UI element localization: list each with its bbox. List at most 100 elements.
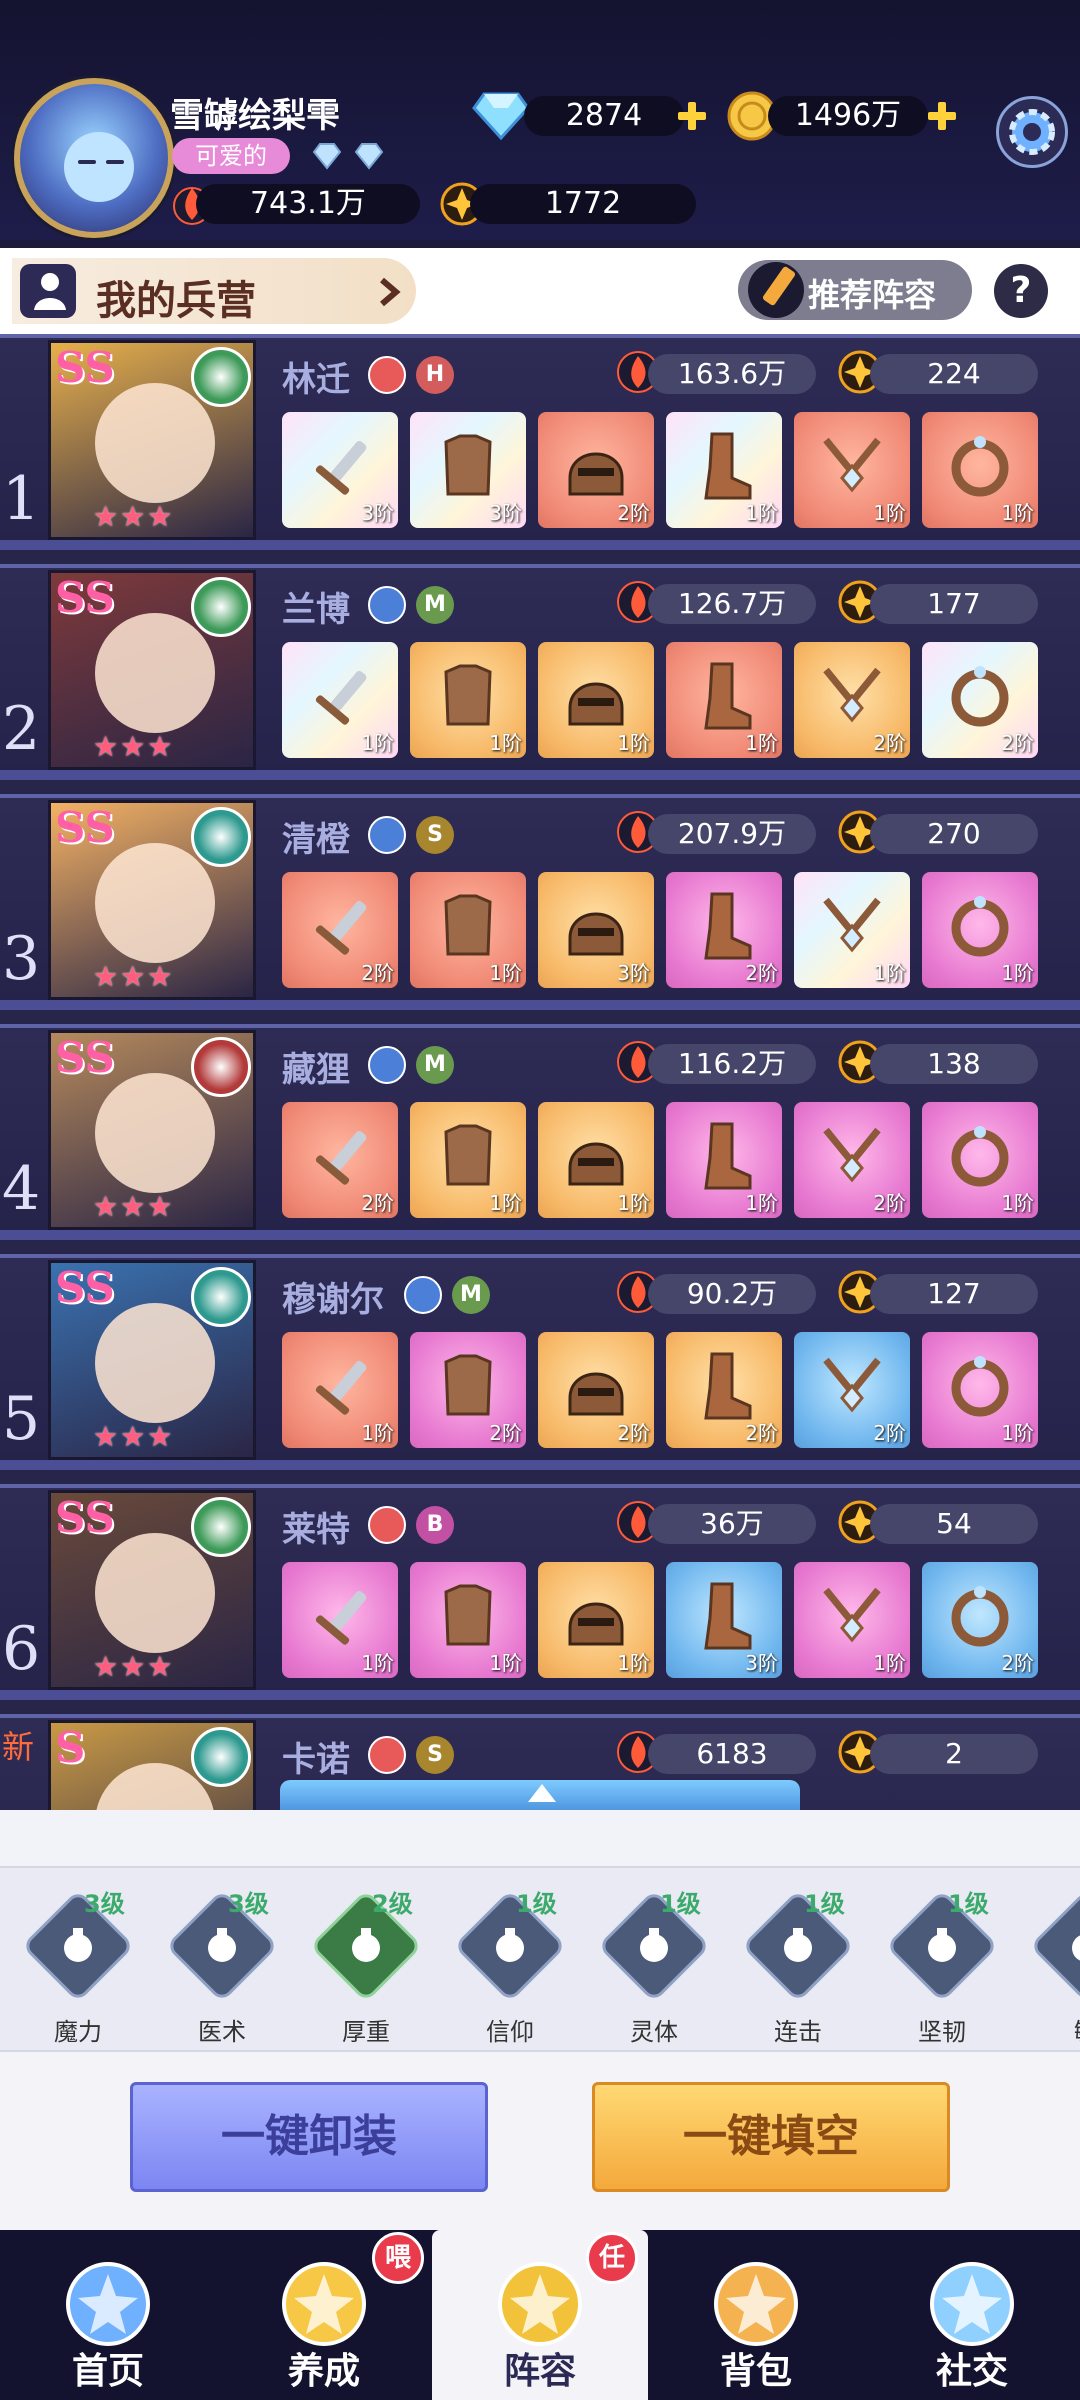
equipment-slot-boots[interactable]: 1阶 bbox=[666, 642, 782, 758]
element-icon bbox=[191, 1267, 251, 1327]
equipment-slot-ring[interactable]: 1阶 bbox=[922, 1332, 1038, 1448]
weapon-icon bbox=[315, 901, 367, 955]
fill-all-button[interactable]: 一键填空 bbox=[592, 2082, 950, 2192]
nav-label: 阵容 bbox=[503, 2350, 576, 2392]
equipment-tier: 2阶 bbox=[873, 1421, 906, 1445]
hero-rank: 2 bbox=[2, 694, 41, 764]
equipment-slot-helmet[interactable]: 1阶 bbox=[538, 642, 654, 758]
equipment-slot-boots[interactable]: 1阶 bbox=[666, 1102, 782, 1218]
add-gold-plus-icon[interactable] bbox=[926, 100, 958, 132]
equipment-tier: 1阶 bbox=[1001, 1191, 1034, 1215]
skill-level: 3级 bbox=[84, 1890, 125, 1918]
equipment-slot-armor[interactable]: 3阶 bbox=[410, 412, 526, 528]
equipment-slot-ring[interactable]: 1阶 bbox=[922, 412, 1038, 528]
player-title-tag[interactable]: 可爱的 bbox=[172, 138, 290, 174]
equipment-slot-weapon[interactable]: 1阶 bbox=[282, 1562, 398, 1678]
equipment-slot-necklace[interactable]: 2阶 bbox=[794, 1102, 910, 1218]
skill-item[interactable]: 1级 信仰 bbox=[450, 1884, 570, 2046]
hero-grade: SS bbox=[55, 803, 115, 852]
equipment-slot-ring[interactable]: 1阶 bbox=[922, 872, 1038, 988]
hero-row[interactable]: 5 SS ★★★ 穆谢尔 M 90.2万 127 1阶 2阶 2阶 2阶 2阶 1阶 bbox=[0, 1254, 1080, 1470]
nav-tab[interactable]: 阵容 任 bbox=[432, 2230, 648, 2400]
skill-bar[interactable]: 3级魔力3级医术2级厚重1级信仰1级灵体1级连击1级坚韧敏 bbox=[0, 1866, 1080, 2052]
skill-item[interactable]: 2级 厚重 bbox=[306, 1884, 426, 2046]
equipment-tier: 1阶 bbox=[1001, 1421, 1034, 1445]
role-icon bbox=[368, 1736, 406, 1774]
nav-tab[interactable]: 首页 bbox=[0, 2230, 216, 2400]
nav-tab[interactable]: 养成 喂 bbox=[216, 2230, 432, 2400]
barracks-title-button[interactable]: 我的兵营 bbox=[12, 258, 416, 324]
equipment-slot-weapon[interactable]: 2阶 bbox=[282, 872, 398, 988]
skill-item[interactable]: 1级 连击 bbox=[738, 1884, 858, 2046]
nav-tab[interactable]: 背包 bbox=[648, 2230, 864, 2400]
skill-item[interactable]: 3级 魔力 bbox=[18, 1884, 138, 2046]
skill-item[interactable]: 1级 灵体 bbox=[594, 1884, 714, 2046]
equipment-slot-boots[interactable]: 1阶 bbox=[666, 412, 782, 528]
skill-item[interactable]: 敏 bbox=[1026, 1884, 1080, 2046]
equipment-slot-necklace[interactable]: 1阶 bbox=[794, 1562, 910, 1678]
equipment-slot-weapon[interactable]: 1阶 bbox=[282, 642, 398, 758]
equipment-slot-necklace[interactable]: 2阶 bbox=[794, 1332, 910, 1448]
hero-stars: 127 bbox=[870, 1274, 1038, 1314]
add-diamond-plus-icon[interactable] bbox=[676, 100, 708, 132]
player-avatar[interactable] bbox=[14, 78, 174, 238]
hero-portrait[interactable]: SS ★★★ bbox=[48, 1260, 256, 1460]
ring-icon bbox=[951, 666, 1009, 727]
equipment-slot-helmet[interactable]: 2阶 bbox=[538, 412, 654, 528]
equipment-slot-boots[interactable]: 3阶 bbox=[666, 1562, 782, 1678]
equipment-slot-ring[interactable]: 2阶 bbox=[922, 642, 1038, 758]
bottom-nav: 首页 养成 喂阵容 任背包 社交 bbox=[0, 2230, 1080, 2400]
hero-stars: 177 bbox=[870, 584, 1038, 624]
hero-portrait[interactable]: SS ★★★ bbox=[48, 570, 256, 770]
equipment-slot-helmet[interactable]: 1阶 bbox=[538, 1102, 654, 1218]
equipment-slot-necklace[interactable]: 2阶 bbox=[794, 642, 910, 758]
equipment-slot-armor[interactable]: 1阶 bbox=[410, 642, 526, 758]
hero-portrait[interactable]: SS ★★★ bbox=[48, 800, 256, 1000]
collapse-handle[interactable] bbox=[280, 1780, 800, 1810]
hero-portrait[interactable]: S★★★ bbox=[48, 1720, 256, 1810]
hero-row[interactable]: 6 SS ★★★ 莱特 B 36万 54 1阶 1阶 1阶 3阶 1阶 2阶 bbox=[0, 1484, 1080, 1700]
skill-item[interactable]: 1级 坚韧 bbox=[882, 1884, 1002, 2046]
equipment-slot-armor[interactable]: 1阶 bbox=[410, 1102, 526, 1218]
hero-roster[interactable]: 1 SS ★★★ 林迁 H 163.6万 224 3阶 3阶 2阶 1阶 1阶 1阶 2 SS ★★★ 兰博 M 1… bbox=[0, 334, 1080, 1810]
equipment-slot-armor[interactable]: 1阶 bbox=[410, 872, 526, 988]
equipment-tier: 2阶 bbox=[1001, 731, 1034, 755]
hero-portrait[interactable]: SS ★★★ bbox=[48, 340, 256, 540]
skill-level: 1级 bbox=[804, 1890, 845, 1918]
equipment-slot-ring[interactable]: 1阶 bbox=[922, 1102, 1038, 1218]
skill-item[interactable]: 3级 医术 bbox=[162, 1884, 282, 2046]
heal-sparkle-icon bbox=[208, 1928, 236, 1962]
unequip-all-button[interactable]: 一键卸装 bbox=[130, 2082, 488, 2192]
equipment-slot-armor[interactable]: 1阶 bbox=[410, 1562, 526, 1678]
hero-portrait[interactable]: SS ★★★ bbox=[48, 1030, 256, 1230]
equipment-slot-helmet[interactable]: 2阶 bbox=[538, 1332, 654, 1448]
hero-row[interactable]: 3 SS ★★★ 清橙 S 207.9万 270 2阶 1阶 3阶 2阶 1阶 1阶 bbox=[0, 794, 1080, 1010]
hero-portrait[interactable]: SS ★★★ bbox=[48, 1490, 256, 1690]
equipment-slot-weapon[interactable]: 3阶 bbox=[282, 412, 398, 528]
equipment-slot-armor[interactable]: 2阶 bbox=[410, 1332, 526, 1448]
necklace-icon bbox=[823, 897, 881, 953]
help-button[interactable]: ? bbox=[994, 264, 1048, 318]
equipment-slot-ring[interactable]: 2阶 bbox=[922, 1562, 1038, 1678]
hero-row[interactable]: 2 SS ★★★ 兰博 M 126.7万 177 1阶 1阶 1阶 1阶 2阶 2阶 bbox=[0, 564, 1080, 780]
skill-level: 1级 bbox=[660, 1890, 701, 1918]
recommend-lineup-button[interactable]: 推荐阵容 bbox=[738, 260, 972, 320]
weapon-icon bbox=[315, 1591, 367, 1645]
hero-row[interactable]: 4 SS ★★★ 藏狸 M 116.2万 138 2阶 1阶 1阶 1阶 2阶 1阶 bbox=[0, 1024, 1080, 1240]
settings-button[interactable] bbox=[996, 96, 1068, 168]
equipment-slot-necklace[interactable]: 1阶 bbox=[794, 412, 910, 528]
equipment-slot-weapon[interactable]: 2阶 bbox=[282, 1102, 398, 1218]
equipment-slot-weapon[interactable]: 1阶 bbox=[282, 1332, 398, 1448]
equipment-slot-boots[interactable]: 2阶 bbox=[666, 872, 782, 988]
equipment-slot-boots[interactable]: 2阶 bbox=[666, 1332, 782, 1448]
nav-tab[interactable]: 社交 bbox=[864, 2230, 1080, 2400]
equipment-slot-necklace[interactable]: 1阶 bbox=[794, 872, 910, 988]
equipment-slot-helmet[interactable]: 3阶 bbox=[538, 872, 654, 988]
barracks-person-icon bbox=[20, 264, 76, 318]
helmet-icon bbox=[568, 1142, 624, 1186]
armor-icon bbox=[444, 894, 492, 956]
role-icon bbox=[368, 586, 406, 624]
armor-icon bbox=[444, 1584, 492, 1646]
equipment-slot-helmet[interactable]: 1阶 bbox=[538, 1562, 654, 1678]
hero-row[interactable]: 1 SS ★★★ 林迁 H 163.6万 224 3阶 3阶 2阶 1阶 1阶 1阶 bbox=[0, 334, 1080, 550]
